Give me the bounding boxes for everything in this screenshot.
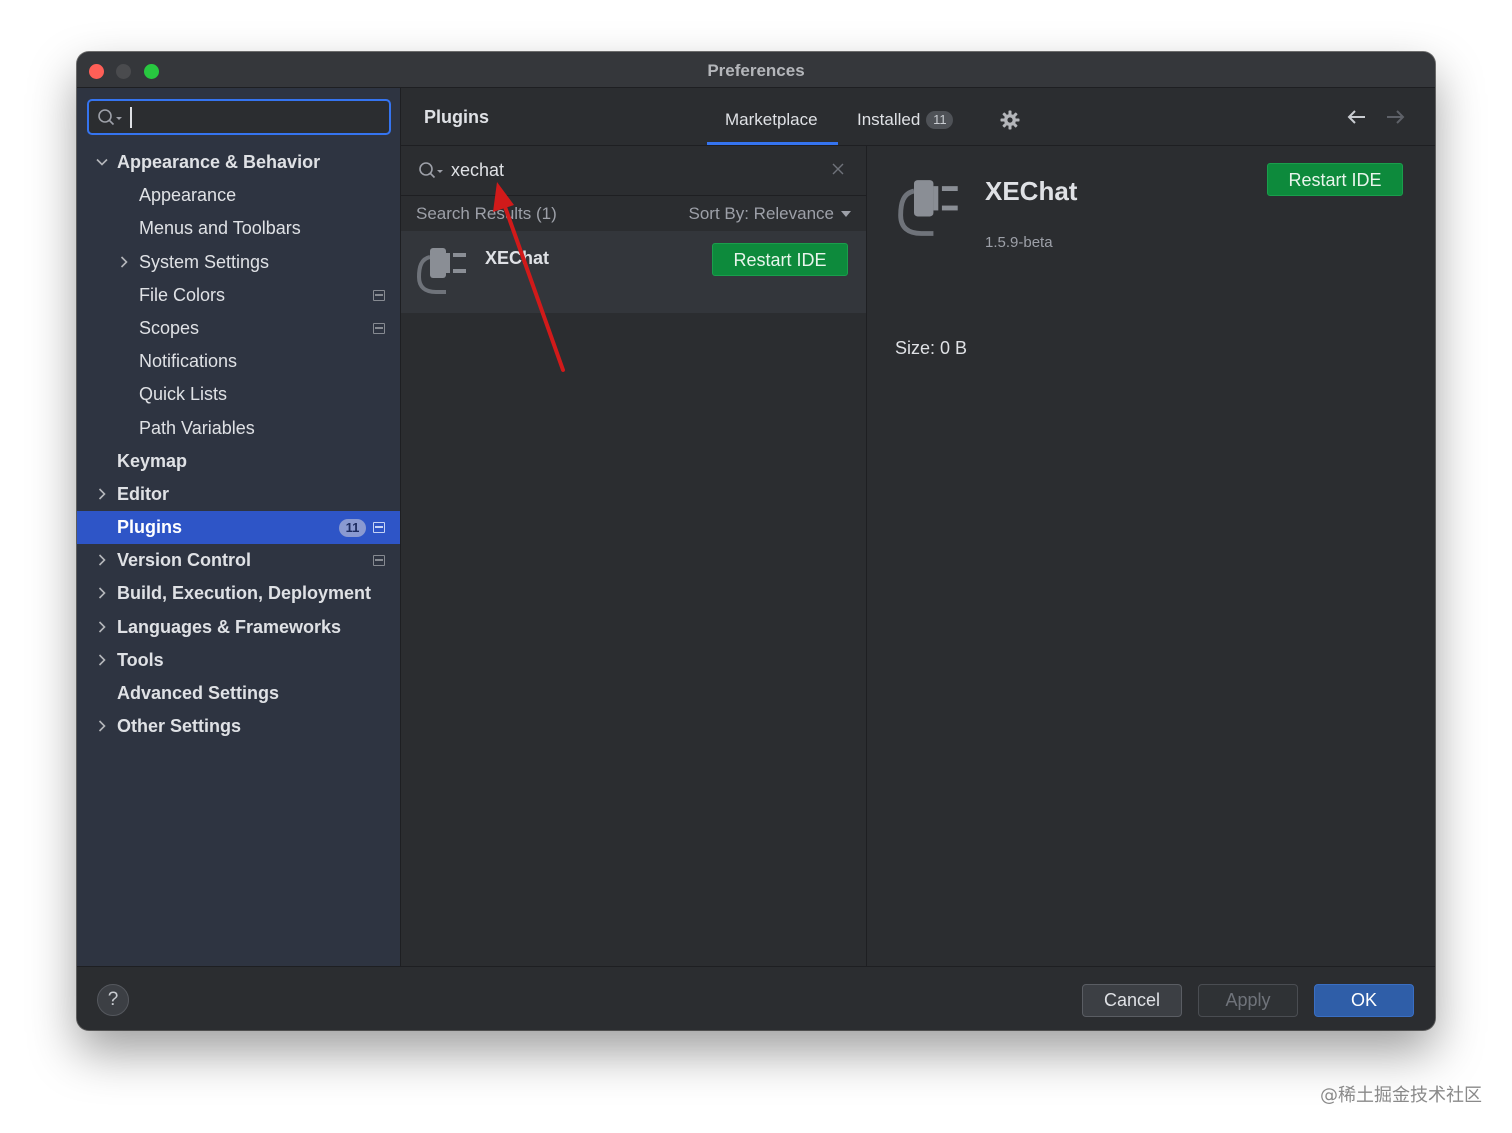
cancel-button[interactable]: Cancel [1082, 984, 1182, 1017]
sidebar-item-label: Notifications [139, 351, 238, 372]
project-settings-icon [373, 322, 385, 334]
help-button[interactable]: ? [97, 984, 129, 1016]
sidebar-item-version-control[interactable]: Version Control [77, 544, 400, 577]
watermark-text: @稀土掘金技术社区 [1320, 1085, 1482, 1106]
sidebar-item-label: Appearance & Behavior [117, 152, 321, 172]
page-title: Plugins [424, 107, 490, 127]
chevron-down-icon[interactable] [96, 156, 108, 168]
chevron-right-icon[interactable] [96, 621, 108, 633]
plugin-list-panel: xechat Search Results (1) Sort By: Relev… [401, 146, 867, 966]
plugin-result-row[interactable]: XEChat Restart IDE [401, 231, 866, 313]
sidebar-item-label: Version Control [117, 550, 252, 571]
ok-button[interactable]: OK [1314, 984, 1414, 1017]
plugin-search-bar[interactable]: xechat [401, 146, 866, 196]
plug-icon [898, 180, 958, 236]
chevron-right-icon[interactable] [96, 720, 108, 732]
settings-tree: Appearance & Behavior Appearance Menus and… [77, 146, 400, 743]
restart-ide-button[interactable]: Restart IDE [712, 243, 848, 276]
plugins-count-badge: 11 [339, 519, 366, 538]
settings-sidebar: Appearance & Behavior Appearance Menus and… [77, 88, 401, 966]
sidebar-item-notifications[interactable]: Notifications [77, 345, 400, 378]
sidebar-item-appearance-and-behavior[interactable]: Appearance & Behavior [77, 146, 400, 179]
settings-search-box[interactable] [87, 99, 391, 135]
sidebar-item-system-settings[interactable]: System Settings [77, 246, 400, 279]
active-tab-indicator [707, 142, 838, 145]
plugin-detail-panel: XEChat 1.5.9-beta Restart IDE Size: 0 B [867, 146, 1435, 966]
sidebar-item-label: Languages & Frameworks [117, 616, 342, 637]
project-settings-icon [373, 555, 385, 567]
sidebar-item-appearance[interactable]: Appearance [77, 179, 400, 212]
sidebar-item-label: Keymap [117, 450, 188, 471]
chevron-right-icon[interactable] [96, 654, 108, 666]
sidebar-item-label: System Settings [139, 251, 270, 272]
preferences-window: Preferences Appearance & Behavior Appeara… [77, 52, 1435, 1030]
sidebar-item-label: Build, Execution, Deployment [117, 583, 372, 604]
sidebar-item-keymap[interactable]: Keymap [77, 445, 400, 478]
arrow-left-icon[interactable] [1347, 109, 1367, 125]
sidebar-item-label: Other Settings [117, 716, 242, 737]
sidebar-item-label: Quick Lists [139, 384, 228, 405]
sidebar-item-editor[interactable]: Editor [77, 478, 400, 511]
chevron-right-icon[interactable] [96, 587, 108, 600]
project-settings-icon [373, 289, 385, 301]
search-icon [98, 109, 122, 126]
sidebar-item-file-colors[interactable]: File Colors [77, 279, 400, 312]
sidebar-item-quick-lists[interactable]: Quick Lists [77, 378, 400, 411]
search-results-count: Search Results (1) [416, 204, 557, 223]
chevron-right-icon[interactable] [96, 488, 108, 500]
gear-icon[interactable] [1000, 110, 1020, 130]
sidebar-item-build-execution-deployment[interactable]: Build, Execution, Deployment [77, 577, 400, 610]
text-caret [130, 107, 132, 128]
sidebar-item-label: Menus and Toolbars [139, 218, 301, 239]
chevron-down-icon[interactable] [841, 211, 851, 217]
settings-search-input[interactable] [127, 105, 382, 129]
arrow-right-icon[interactable] [1385, 109, 1405, 125]
sidebar-item-label: Appearance [139, 185, 237, 206]
tab-installed[interactable]: Installed 11 [857, 110, 954, 130]
plug-icon [416, 248, 466, 294]
sidebar-item-advanced-settings[interactable]: Advanced Settings [77, 677, 400, 710]
chevron-right-icon[interactable] [96, 554, 108, 566]
plugin-version: 1.5.9-beta [985, 234, 1053, 251]
sidebar-item-menus-and-toolbars[interactable]: Menus and Toolbars [77, 212, 400, 245]
sidebar-item-label: File Colors [139, 284, 226, 305]
sidebar-item-label: Editor [117, 483, 169, 504]
chevron-right-icon[interactable] [118, 255, 130, 268]
plugin-search-input[interactable]: xechat [451, 160, 504, 181]
apply-button[interactable]: Apply [1198, 984, 1298, 1017]
detail-restart-ide-button[interactable]: Restart IDE [1267, 163, 1403, 196]
plugins-header: Plugins Marketplace Installed 11 [401, 88, 1435, 146]
sidebar-item-tools[interactable]: Tools [77, 644, 400, 677]
sidebar-item-plugins[interactable]: Plugins 11 [77, 511, 400, 545]
sidebar-item-label: Tools [117, 649, 164, 670]
search-results-bar: Search Results (1) Sort By: Relevance [401, 197, 866, 231]
title-bar: Preferences [77, 52, 1435, 88]
sidebar-item-label: Plugins [117, 517, 183, 538]
sidebar-item-label: Path Variables [139, 417, 255, 438]
tab-installed-label: Installed [857, 110, 921, 129]
dialog-footer: ? Cancel Apply OK [77, 966, 1435, 1030]
sidebar-item-other-settings[interactable]: Other Settings [77, 710, 400, 743]
sort-dropdown[interactable]: Sort By: Relevance [688, 204, 834, 224]
project-settings-icon [373, 522, 385, 534]
close-icon[interactable] [832, 163, 844, 175]
plugins-pane: Plugins Marketplace Installed 11 xechat … [401, 88, 1435, 966]
sidebar-item-path-variables[interactable]: Path Variables [77, 412, 400, 445]
plugin-size: Size: 0 B [895, 338, 968, 358]
sidebar-item-label: Scopes [139, 317, 200, 338]
plugin-name: XEChat [485, 248, 550, 268]
tab-marketplace[interactable]: Marketplace [725, 110, 818, 130]
search-icon [419, 162, 443, 179]
plugin-detail-name: XEChat [985, 176, 1078, 206]
sidebar-item-languages-and-frameworks[interactable]: Languages & Frameworks [77, 611, 400, 644]
installed-count-badge: 11 [926, 111, 954, 129]
window-title: Preferences [707, 61, 805, 80]
sidebar-item-label: Advanced Settings [117, 683, 280, 703]
sidebar-item-scopes[interactable]: Scopes [77, 312, 400, 345]
